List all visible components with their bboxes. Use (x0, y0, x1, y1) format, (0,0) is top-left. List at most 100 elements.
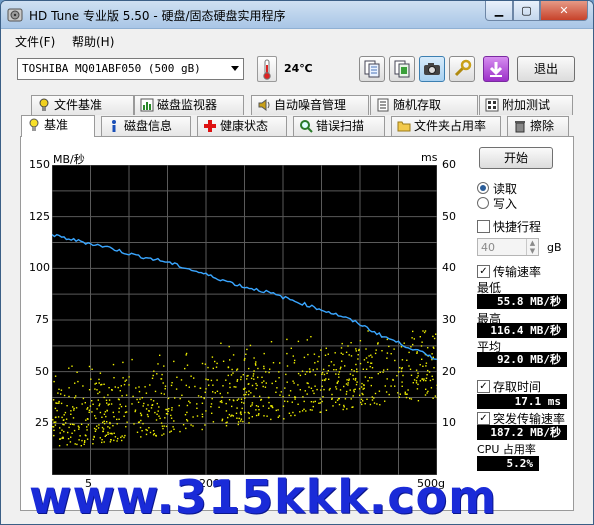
title-bar: HD Tune 专业版 5.50 - 硬盘/固态硬盘实用程序 ▁ ▢ ✕ (1, 1, 593, 29)
tab-disk-monitor[interactable]: 磁盘监视器 (134, 95, 244, 115)
y-tick-right: 20 (442, 364, 456, 378)
access-time-point (189, 402, 191, 404)
access-time-point (136, 431, 139, 433)
copy-info-button[interactable] (359, 56, 385, 82)
access-time-point (231, 405, 233, 408)
tab-folder-usage[interactable]: 文件夹占用率 (391, 116, 501, 136)
access-time-point (319, 398, 321, 400)
access-time-point (201, 402, 204, 404)
tab-disk-info[interactable]: 磁盘信息 (101, 116, 191, 136)
maximize-button[interactable]: ▢ (513, 1, 540, 21)
quick-stroke-spinner[interactable]: 40 ▲ ▼ (477, 238, 539, 256)
access-time-point (132, 395, 134, 398)
tab-extra-tests[interactable]: 附加测试 (479, 95, 573, 115)
access-time-point (240, 411, 242, 413)
access-time-point (150, 407, 153, 409)
access-time-point (272, 362, 275, 364)
access-time-point (419, 336, 421, 338)
access-time-point (433, 337, 436, 340)
options-button[interactable] (449, 56, 475, 82)
access-time-point (325, 409, 328, 411)
burst-rate-checkbox[interactable]: ✓ (477, 412, 490, 425)
access-time-point (71, 432, 73, 434)
access-time-point (352, 374, 354, 377)
access-time-point (394, 359, 396, 362)
access-time-point (329, 387, 331, 390)
access-time-point (148, 427, 150, 429)
access-time-point (101, 416, 103, 418)
access-time-point (279, 394, 281, 396)
access-time-point (353, 389, 355, 391)
access-time-point (421, 341, 423, 343)
write-radio[interactable] (477, 197, 489, 209)
access-time-point (207, 366, 209, 369)
access-time-point (121, 435, 123, 437)
minimize-button[interactable]: ▁ (485, 1, 513, 21)
access-time-point (339, 389, 342, 391)
read-radio[interactable] (477, 182, 489, 194)
tab-label: 磁盘信息 (124, 119, 173, 133)
access-time-point (350, 342, 352, 344)
screenshot-button[interactable] (419, 56, 445, 82)
access-time-point (338, 403, 341, 406)
access-time-point (275, 391, 277, 393)
access-time-point (301, 370, 304, 372)
access-time-point (52, 426, 54, 428)
access-time-point (140, 436, 142, 438)
access-time-point (342, 408, 344, 411)
tab-erase[interactable]: 擦除 (507, 116, 569, 136)
access-time-point (151, 404, 154, 406)
access-time-point (81, 439, 83, 442)
exit-button[interactable]: 退出 (517, 56, 575, 82)
save-button[interactable] (483, 56, 509, 82)
access-time-point (337, 380, 339, 382)
access-time-point (312, 390, 314, 392)
tab-error-scan[interactable]: 错误扫描 (293, 116, 385, 136)
access-time-label: 存取时间 (493, 380, 542, 394)
drive-select[interactable]: TOSHIBA MQ01ABF050 (500 gB) (17, 58, 244, 80)
tab-benchmark[interactable]: 基准 (21, 115, 95, 137)
access-time-point (269, 368, 271, 370)
tab-random-access[interactable]: 随机存取 (370, 95, 478, 115)
access-time-point (83, 443, 85, 445)
access-time-point (251, 404, 253, 406)
access-time-point (125, 426, 127, 428)
access-time-point (212, 384, 214, 386)
transfer-rate-checkbox[interactable]: ✓ (477, 265, 490, 278)
tab-health[interactable]: 健康状态 (197, 116, 287, 136)
access-time-point (398, 396, 400, 398)
access-time-point (353, 370, 355, 372)
spinner-arrows-icon[interactable]: ▲ ▼ (526, 239, 538, 255)
access-time-point (286, 400, 289, 403)
access-time-point (221, 396, 223, 398)
access-time-point (72, 406, 74, 408)
tab-file-benchmark[interactable]: 文件基准 (31, 95, 134, 115)
access-time-point (409, 368, 412, 370)
access-time-point (299, 389, 301, 391)
menu-help[interactable]: 帮助(H) (72, 33, 114, 50)
speaker-icon (258, 99, 270, 111)
access-time-point (367, 330, 369, 332)
access-time-point (260, 398, 263, 401)
copy-screen-button[interactable] (389, 56, 415, 82)
access-time-point (403, 342, 405, 344)
quick-stroke-checkbox[interactable] (477, 220, 490, 233)
menu-file[interactable]: 文件(F) (15, 33, 55, 50)
close-button[interactable]: ✕ (540, 1, 588, 21)
access-time-checkbox[interactable]: ✓ (477, 380, 490, 393)
access-time-point (338, 371, 341, 373)
access-time-point (255, 405, 258, 407)
access-time-point (346, 390, 348, 393)
access-time-point (98, 404, 100, 407)
access-time-point (85, 435, 87, 437)
access-time-point (59, 438, 62, 440)
tab-noise-management[interactable]: 自动噪音管理 (251, 95, 369, 115)
access-time-point (54, 407, 57, 410)
access-time-point (407, 389, 409, 391)
access-time-point (73, 409, 75, 411)
access-time-point (108, 387, 110, 389)
access-time-point (265, 382, 267, 384)
access-time-point (286, 381, 288, 383)
access-time-point (208, 384, 210, 386)
start-button[interactable]: 开始 (479, 147, 553, 169)
